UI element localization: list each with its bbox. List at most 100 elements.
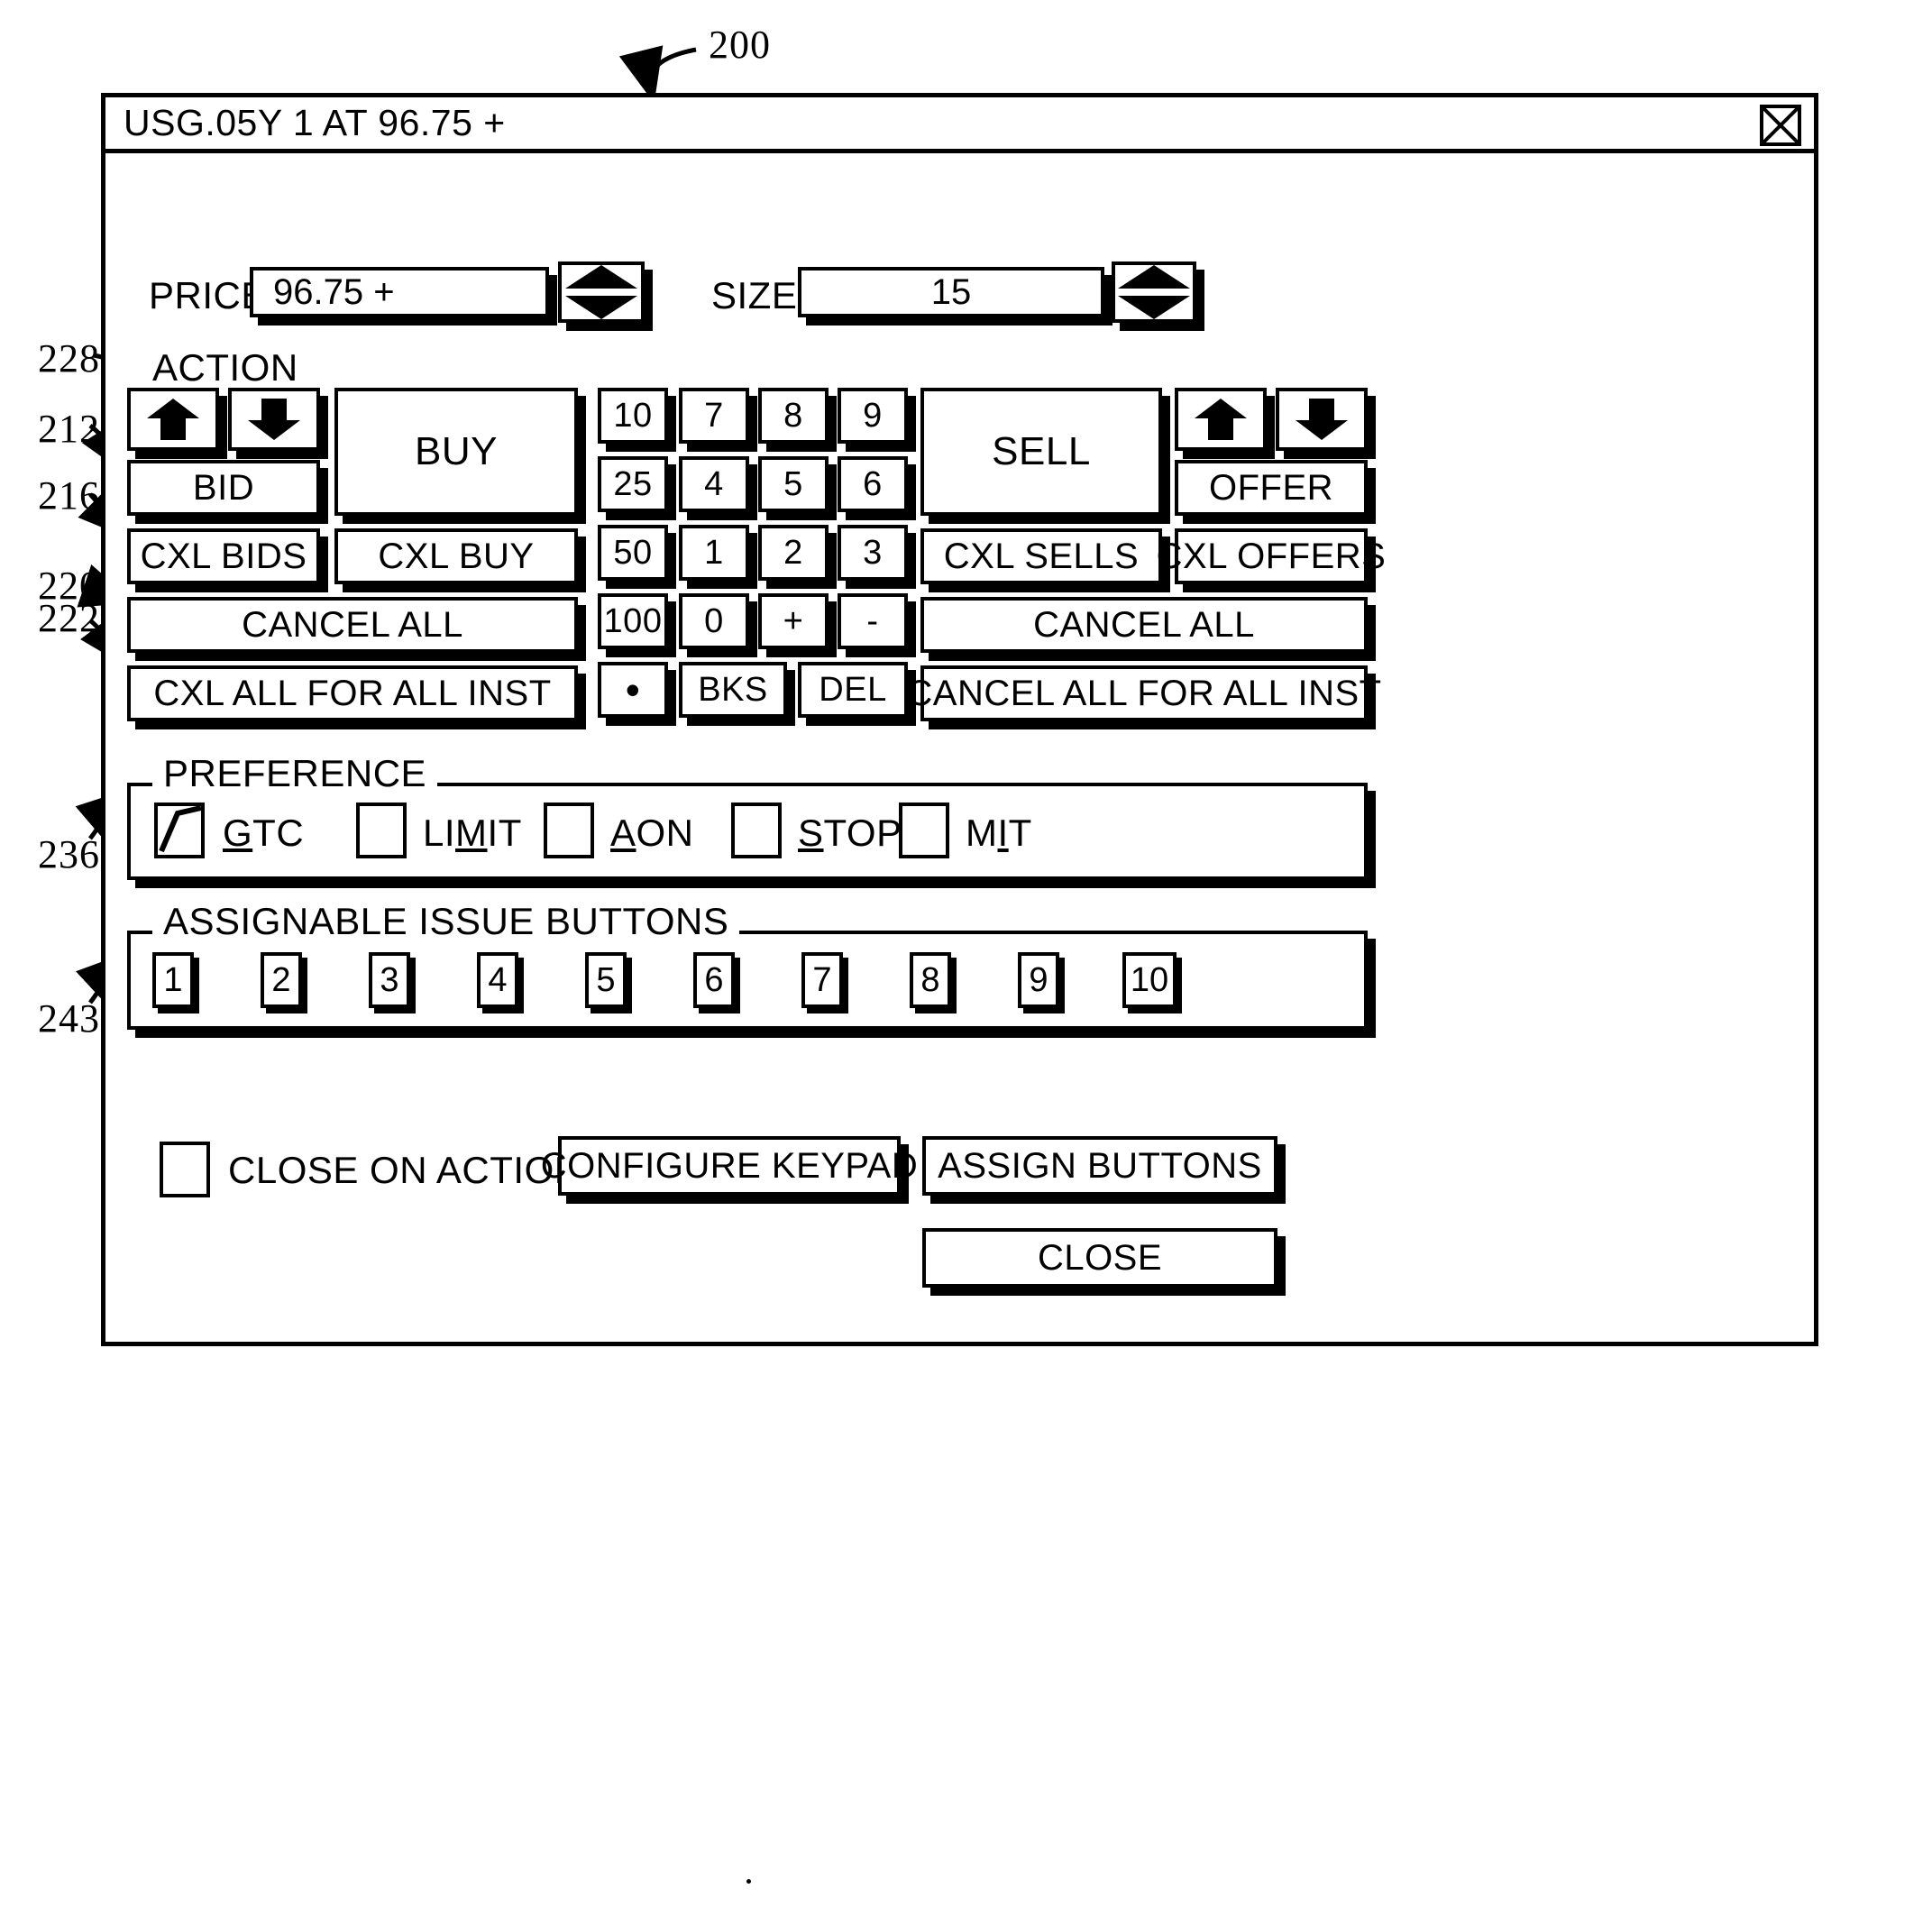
action-up-button[interactable] [127,388,219,451]
close-on-action-checkbox[interactable] [160,1142,210,1197]
window-title: USG.05Y 1 AT 96.75 + [124,102,506,143]
key-label: 2 [783,533,803,572]
cancel-all-left-button[interactable]: CANCEL ALL [127,597,578,653]
keypad-qty-50[interactable]: 50 [598,525,668,581]
keypad-delete-button[interactable]: DEL [798,662,908,718]
price-input[interactable]: 96.75 + [250,267,549,317]
assign-buttons-label: ASSIGN BUTTONS [938,1145,1262,1186]
cxl-bids-button[interactable]: CXL BIDS [127,528,320,584]
key-label: 7 [704,396,724,435]
cxl-offers-button[interactable]: CXL OFFERS [1157,528,1386,584]
arrow-down-icon [248,399,300,440]
issue-button-9[interactable]: 9 [1018,952,1059,1008]
key-label: 8 [783,396,803,435]
preference-checkbox-mit[interactable] [899,803,949,858]
check-icon [159,805,202,853]
bid-button[interactable]: BID [127,460,320,516]
spinner-up-icon[interactable] [1118,265,1190,289]
keypad-key-2[interactable]: 2 [758,525,829,581]
ref-216: 216 [38,473,100,518]
cxl-all-for-all-inst-label: CXL ALL FOR ALL INST [153,673,552,713]
keypad-key-9[interactable]: 9 [838,388,908,444]
keypad-backspace-button[interactable]: BKS [679,662,787,718]
configure-keypad-button[interactable]: CONFIGURE KEYPAD [541,1136,918,1196]
del-label: DEL [819,670,887,709]
preference-checkbox-aon[interactable] [544,803,594,858]
price-spinner[interactable] [558,261,645,323]
issue-button-label: 7 [812,960,832,999]
cancel-all-for-all-inst-button[interactable]: CANCEL ALL FOR ALL INST [906,665,1381,721]
buy-label: BUY [415,429,498,473]
scan-speck [746,1879,751,1884]
keypad-qty-100[interactable]: 100 [598,593,668,649]
keypad-key-8[interactable]: 8 [758,388,829,444]
ref-228-left: 228 [38,336,100,381]
keypad-key-3[interactable]: 3 [838,525,908,581]
issue-button-2[interactable]: 2 [261,952,302,1008]
spinner-up-icon[interactable] [565,265,637,289]
keypad-key-4[interactable]: 4 [679,456,749,512]
arrow-up-icon [1195,399,1247,440]
keypad-key-minus[interactable]: - [838,593,908,649]
issue-button-6[interactable]: 6 [693,952,735,1008]
preference-checkbox-limit[interactable] [356,803,407,858]
keypad-decimal-point[interactable]: • [598,662,668,718]
bks-label: BKS [698,670,768,709]
assign-buttons-button[interactable]: ASSIGN BUTTONS [922,1136,1277,1196]
key-label: 6 [863,464,883,503]
keypad-key-0[interactable]: 0 [679,593,749,649]
ref-222-left: 222 [38,596,100,640]
size-spinner[interactable] [1112,261,1196,323]
spinner-down-icon[interactable] [565,296,637,319]
size-input[interactable]: 15 [798,267,1104,317]
cancel-all-for-all-inst-label: CANCEL ALL FOR ALL INST [906,673,1382,713]
cxl-buy-button[interactable]: CXL BUY [334,528,578,584]
keypad-key-7[interactable]: 7 [679,388,749,444]
issue-button-10[interactable]: 10 [1122,952,1177,1008]
preference-label-stop: STOP [798,812,902,854]
issue-button-7[interactable]: 7 [801,952,843,1008]
key-label: - [866,601,879,640]
right-up-button[interactable] [1175,388,1267,451]
cancel-all-right-button[interactable]: CANCEL ALL [920,597,1368,653]
keypad-key-1[interactable]: 1 [679,525,749,581]
right-down-button[interactable] [1276,388,1368,451]
keypad-qty-10[interactable]: 10 [598,388,668,444]
key-label: 100 [603,601,663,640]
cxl-sells-label: CXL SELLS [943,536,1140,576]
preference-label-aon: AON [610,812,694,854]
action-label: ACTION [152,346,298,389]
close-box-x-icon[interactable] [1760,105,1801,146]
preference-checkbox-stop[interactable] [731,803,782,858]
ref-243: 243 [38,996,100,1041]
action-down-button[interactable] [228,388,320,451]
keypad-key-5[interactable]: 5 [758,456,829,512]
preference-checkbox-gtc[interactable] [154,803,205,858]
spinner-down-icon[interactable] [1118,296,1190,319]
issue-button-3[interactable]: 3 [369,952,410,1008]
issue-button-5[interactable]: 5 [585,952,627,1008]
offer-button[interactable]: OFFER [1175,460,1368,516]
buy-button[interactable]: BUY [334,388,578,516]
preference-group-label: PREFERENCE [152,752,438,795]
close-label: CLOSE [1037,1237,1163,1278]
keypad-key-6[interactable]: 6 [838,456,908,512]
cxl-sells-button[interactable]: CXL SELLS [920,528,1162,584]
issue-button-4[interactable]: 4 [477,952,518,1008]
key-label: + [783,601,804,640]
arrow-down-icon [1296,399,1348,440]
issue-button-label: 5 [596,960,616,999]
trading-keypad-window: USG.05Y 1 AT 96.75 + PRICE: 96.75 + SIZE… [101,93,1818,1346]
close-button[interactable]: CLOSE [922,1228,1277,1288]
keypad-key-plus[interactable]: + [758,593,829,649]
issue-button-label: 1 [163,960,183,999]
cxl-all-for-all-inst-button[interactable]: CXL ALL FOR ALL INST [127,665,578,721]
keypad-qty-25[interactable]: 25 [598,456,668,512]
assignable-issue-buttons-group [127,931,1368,1030]
issue-button-1[interactable]: 1 [152,952,194,1008]
price-value: 96.75 + [273,271,395,312]
cancel-all-right-label: CANCEL ALL [1033,604,1255,645]
sell-button[interactable]: SELL [920,388,1162,516]
issue-button-8[interactable]: 8 [910,952,951,1008]
title-bar: USG.05Y 1 AT 96.75 + [105,97,1814,153]
